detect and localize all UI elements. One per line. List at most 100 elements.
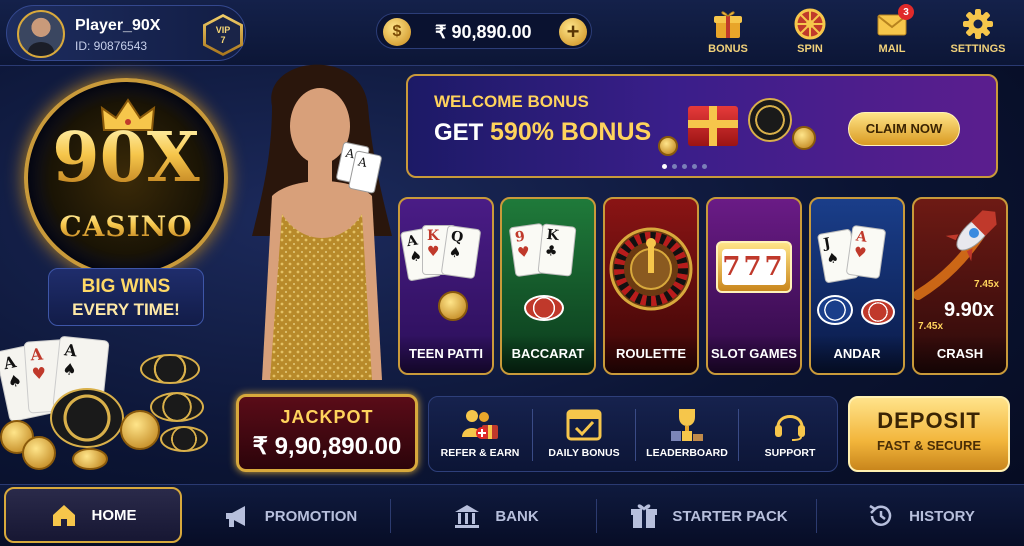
deposit-button[interactable]: DEPOSIT FAST & SECURE	[848, 396, 1010, 472]
megaphone-icon	[223, 502, 251, 530]
gear-icon	[962, 8, 994, 40]
jackpot-panel: JACKPOT ₹ 9,90,890.00	[236, 394, 418, 472]
nav-home[interactable]: HOME	[4, 487, 182, 543]
game-baccarat[interactable]: 9 ♥ K ♣ BACCARAT	[500, 197, 596, 375]
nav-starter-pack-label: STARTER PACK	[672, 507, 788, 525]
tagline-box: BIG WINS EVERY TIME!	[48, 268, 204, 326]
vip-level: 7	[220, 35, 226, 45]
black-chip	[150, 392, 204, 422]
gift-box-icon	[688, 106, 738, 146]
crash-multiplier: 9.90x	[944, 299, 995, 321]
banner-prefix: GET	[434, 119, 484, 146]
chip-90x	[50, 388, 124, 448]
deposit-subtitle: FAST & SECURE	[876, 438, 981, 453]
casino-host-image: A A	[252, 64, 392, 380]
player-id: ID: 90876543	[75, 39, 148, 53]
spin-label: SPIN	[797, 43, 823, 55]
game-label: ROULETTE	[605, 335, 697, 373]
nav-promotion[interactable]: PROMOTION	[190, 485, 390, 546]
mail-button[interactable]: 3 MAIL	[857, 4, 927, 62]
player-profile[interactable]: Player_90X ID: 90876543 VIP 7	[6, 5, 246, 61]
wheel-icon	[794, 8, 826, 40]
daily-bonus-label: DAILY BONUS	[548, 447, 620, 459]
vip-label: VIP	[215, 25, 231, 35]
game-label: CRASH	[914, 335, 1006, 373]
game-label: BACCARAT	[502, 335, 594, 373]
teen-patti-art: A ♠ K ♥ Q ♠	[400, 199, 492, 335]
deposit-title: DEPOSIT	[877, 408, 981, 433]
trophy-icon	[667, 407, 707, 441]
jackpot-title: JACKPOT	[280, 407, 374, 427]
claim-now-button[interactable]: CLAIM NOW	[848, 112, 960, 146]
nav-home-label: HOME	[91, 506, 137, 524]
gold-coin-icon	[658, 136, 678, 156]
spin-button[interactable]: SPIN	[775, 8, 845, 62]
logo-90x: 90X	[28, 124, 224, 192]
mail-icon: 3	[876, 4, 914, 40]
balance-value: ₹ 90,890.00	[435, 22, 532, 42]
player-name: Player_90X	[75, 17, 161, 34]
banner-title: WELCOME BONUS	[434, 92, 589, 111]
settings-button[interactable]: SETTINGS	[943, 8, 1013, 62]
roulette-wheel-icon	[609, 227, 693, 311]
tagline-line1: BIG WINS	[81, 276, 171, 297]
banner-subtitle: GET 590% BONUS	[434, 118, 651, 147]
nav-promotion-label: PROMOTION	[264, 507, 358, 525]
bank-icon	[453, 502, 481, 530]
quick-actions: REFER & EARN DAILY BONUS LEADERBOARD SUP…	[428, 396, 838, 472]
gold-chip	[22, 436, 56, 470]
andar-bahar-art: J ♠ A ♥	[811, 199, 903, 335]
refer-icon	[460, 407, 500, 441]
carousel-dots[interactable]	[662, 164, 707, 169]
mail-badge: 3	[898, 4, 914, 20]
tagline-line2: EVERY TIME!	[72, 300, 180, 319]
game-slot-games[interactable]: 777 SLOT GAMES	[706, 197, 802, 375]
gift-icon	[712, 8, 744, 40]
gold-chip	[120, 410, 160, 450]
add-funds-button[interactable]: +	[559, 18, 587, 46]
nav-bank-label: BANK	[495, 507, 539, 525]
crash-small-multiplier: 7.45x	[974, 279, 1000, 290]
top-bar: Player_90X ID: 90876543 VIP 7 $ ₹ 90,890…	[0, 0, 1024, 66]
wallet-balance: $ ₹ 90,890.00 +	[376, 13, 592, 49]
gold-chip	[72, 448, 108, 470]
logo-casino: CASINO	[40, 210, 212, 243]
bonus-button[interactable]: BONUS	[693, 8, 763, 62]
home-icon	[50, 501, 78, 529]
game-crash[interactable]: 7.45x 9.90x 7.45x CRASH	[912, 197, 1008, 375]
game-label: ANDAR BAHAR	[811, 335, 903, 373]
black-chip	[140, 354, 200, 384]
support-label: SUPPORT	[764, 447, 816, 459]
black-chip	[160, 426, 208, 452]
history-icon	[867, 502, 895, 530]
slot-machine-art: 777	[708, 199, 800, 335]
game-andar-bahar[interactable]: J♠ A♥ ANDAR BAHAR	[809, 197, 905, 375]
leaderboard-label: LEADERBOARD	[646, 447, 728, 459]
banner-highlight: 590% BONUS	[490, 118, 652, 146]
nav-bank[interactable]: BANK	[396, 485, 596, 546]
gift-icon	[630, 502, 658, 530]
coin-icon: $	[383, 18, 411, 46]
welcome-bonus-banner[interactable]: WELCOME BONUS GET 590% BONUS CLAIM NOW	[406, 74, 998, 178]
bonus-label: BONUS	[708, 43, 748, 55]
calendar-icon	[564, 407, 604, 441]
support-button[interactable]: SUPPORT	[739, 397, 841, 473]
bottom-navigation: HOME PROMOTION BANK STARTER PACK HISTORY	[0, 484, 1024, 546]
jackpot-value: ₹ 9,90,890.00	[252, 433, 402, 460]
game-teen-patti[interactable]: A ♠ K ♥ Q ♠ TEEN PATTI	[398, 197, 494, 375]
slot-reels: 777	[722, 249, 786, 285]
daily-bonus-button[interactable]: DAILY BONUS	[533, 397, 635, 473]
game-label: SLOT GAMES	[708, 335, 800, 373]
avatar[interactable]	[17, 10, 65, 58]
refer-and-earn-button[interactable]: REFER & EARN	[429, 397, 531, 473]
game-label: TEEN PATTI	[400, 335, 492, 373]
nav-history[interactable]: HISTORY	[822, 485, 1020, 546]
nav-starter-pack[interactable]: STARTER PACK	[602, 485, 816, 546]
settings-label: SETTINGS	[950, 43, 1006, 55]
leaderboard-button[interactable]: LEADERBOARD	[636, 397, 738, 473]
mail-label: MAIL	[878, 43, 906, 55]
game-roulette[interactable]: ROULETTE	[603, 197, 699, 375]
nav-history-label: HISTORY	[909, 507, 975, 525]
refer-label: REFER & EARN	[440, 447, 520, 459]
crash-small-multiplier: 7.45x	[918, 321, 944, 332]
